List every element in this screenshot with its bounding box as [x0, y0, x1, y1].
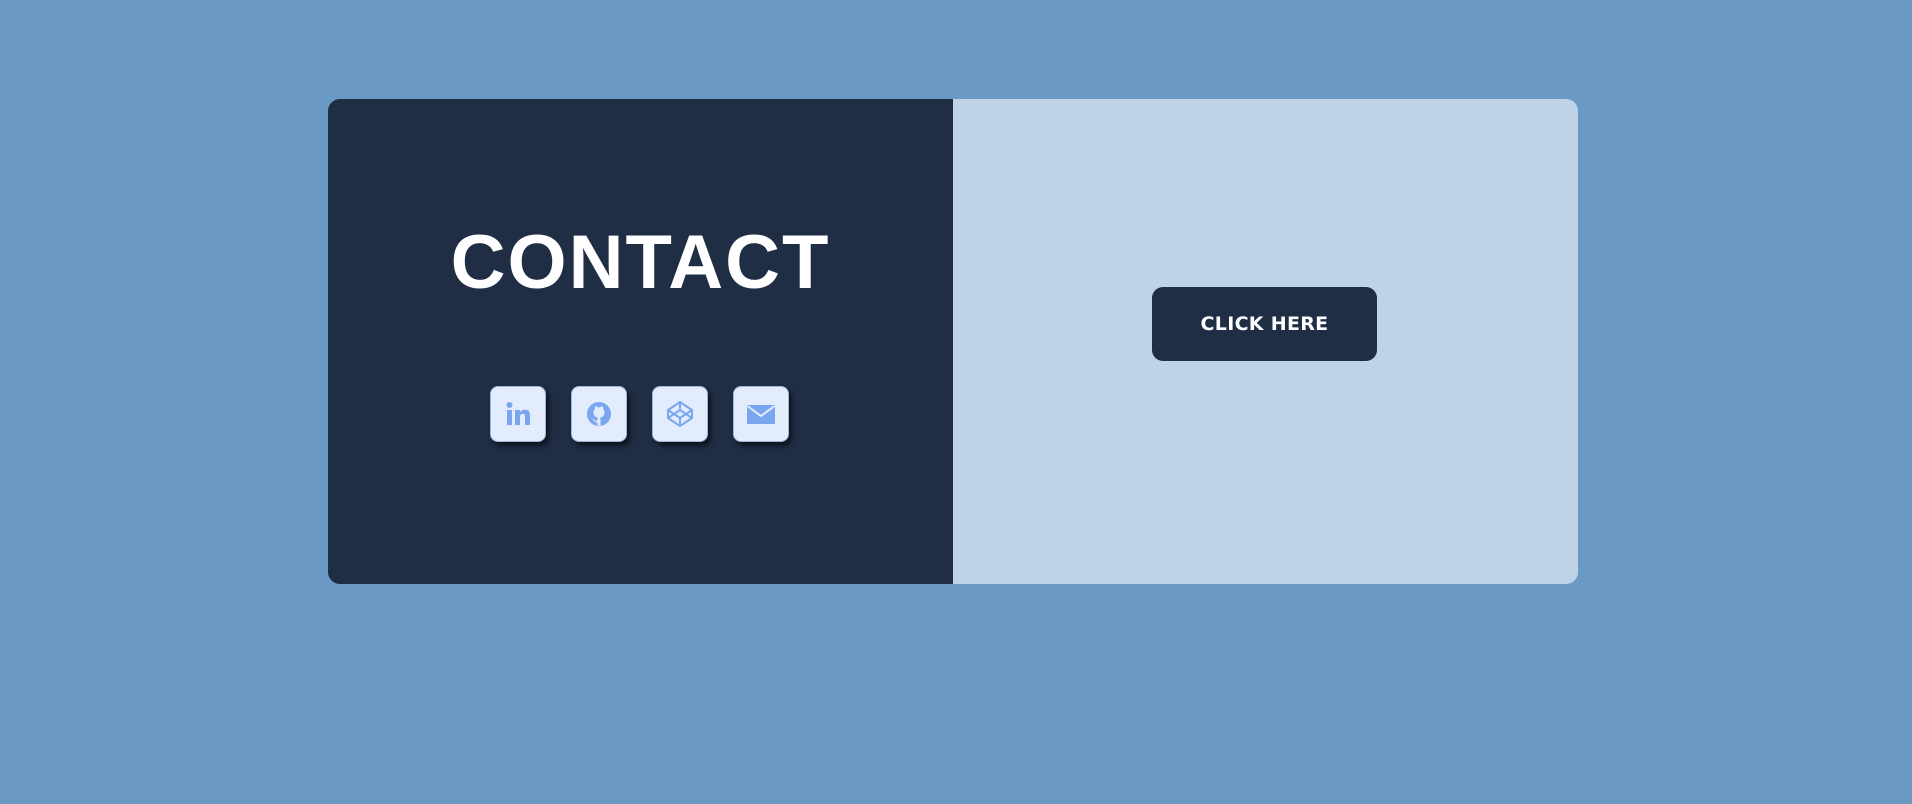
github-link[interactable] [571, 386, 627, 442]
action-panel: CLICK HERE [953, 99, 1578, 584]
contact-title: CONTACT [450, 220, 831, 305]
contact-card: CONTACT CLICK HERE [328, 99, 1578, 584]
github-icon [584, 399, 614, 429]
social-links [490, 386, 789, 442]
contact-panel: CONTACT [328, 99, 953, 584]
codepen-icon [665, 399, 695, 429]
linkedin-link[interactable] [490, 386, 546, 442]
mail-icon [745, 399, 777, 429]
click-here-button[interactable]: CLICK HERE [1152, 287, 1377, 361]
email-link[interactable] [733, 386, 789, 442]
linkedin-icon [503, 399, 533, 429]
codepen-link[interactable] [652, 386, 708, 442]
